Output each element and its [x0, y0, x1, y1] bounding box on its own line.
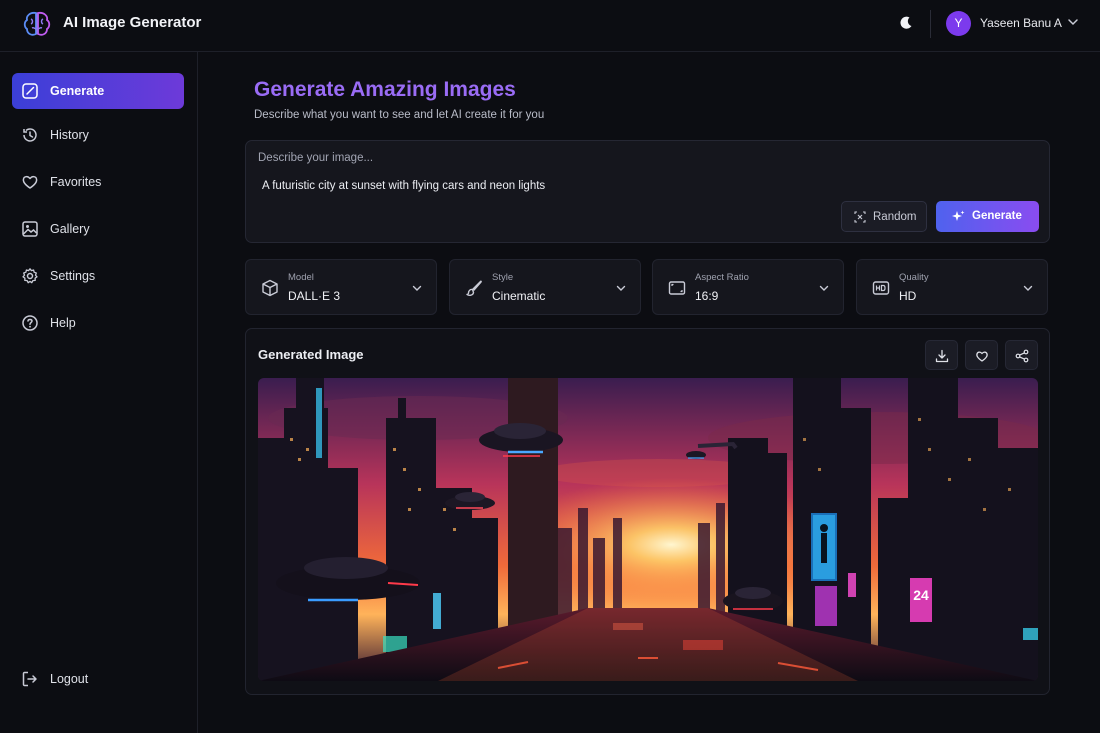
chevron-down-icon	[616, 285, 626, 291]
gear-icon	[22, 268, 38, 284]
avatar[interactable]: Y	[946, 11, 971, 36]
moon-icon[interactable]	[893, 10, 919, 36]
result-card: Generated Image 24	[245, 328, 1050, 695]
sidebar-item-favorites[interactable]: Favorites	[12, 164, 184, 200]
generated-image-illustration: 24	[258, 378, 1038, 681]
logout-icon	[22, 671, 37, 687]
heart-icon	[976, 351, 988, 362]
chevron-down-icon[interactable]	[1066, 15, 1080, 29]
sidebar-item-label: Favorites	[50, 175, 102, 189]
model-select[interactable]: Model DALL·E 3	[245, 259, 437, 315]
favorite-button[interactable]	[965, 340, 998, 370]
cube-icon	[262, 279, 278, 297]
top-bar: AI Image Generator Y Yaseen Banu A	[0, 0, 1100, 52]
hd-icon	[872, 281, 890, 295]
random-button[interactable]: Random	[841, 201, 927, 232]
sparkle-icon	[952, 210, 965, 221]
clock-icon	[23, 128, 37, 142]
sidebar-item-label: History	[50, 128, 89, 142]
generated-image[interactable]: 24	[258, 378, 1038, 681]
heart-icon	[22, 175, 38, 189]
shuffle-icon	[854, 211, 866, 223]
sidebar-item-history[interactable]: History	[12, 117, 184, 153]
neon-sign-text: 24	[913, 587, 929, 603]
page-title: Generate Amazing Images	[254, 78, 516, 101]
header-divider	[930, 10, 931, 38]
brain-logo-icon	[23, 11, 51, 36]
sidebar-item-settings[interactable]: Settings	[12, 258, 184, 294]
result-title: Generated Image	[258, 347, 364, 362]
sidebar-item-help[interactable]: Help	[12, 305, 184, 341]
option-value: HD	[899, 289, 917, 303]
help-icon	[22, 315, 38, 331]
sidebar: Generate History Favorites Gallery Setti…	[0, 52, 198, 733]
generate-button[interactable]: Generate	[936, 201, 1039, 232]
image-icon	[22, 221, 38, 237]
sidebar-item-generate[interactable]: Generate	[12, 73, 184, 109]
share-button[interactable]	[1005, 340, 1038, 370]
aspect-ratio-select[interactable]: Aspect Ratio 16:9	[652, 259, 844, 315]
sidebar-item-label: Generate	[50, 84, 105, 98]
logout-button[interactable]: Logout	[12, 661, 184, 697]
quality-select[interactable]: Quality HD	[856, 259, 1048, 315]
style-select[interactable]: Style Cinematic	[449, 259, 641, 315]
option-label: Quality	[899, 272, 929, 283]
chevron-down-icon	[819, 285, 829, 291]
download-icon	[935, 349, 949, 363]
option-label: Model	[288, 272, 314, 283]
app-title: AI Image Generator	[63, 14, 202, 31]
chevron-down-icon	[412, 285, 422, 291]
chevron-down-icon	[1023, 285, 1033, 291]
generate-label: Generate	[972, 210, 1022, 222]
prompt-card: Describe your image... A futuristic city…	[245, 140, 1050, 243]
sidebar-item-gallery[interactable]: Gallery	[12, 211, 184, 247]
user-name[interactable]: Yaseen Banu A	[980, 16, 1062, 30]
sidebar-item-label: Gallery	[50, 222, 90, 236]
option-value: Cinematic	[492, 289, 546, 303]
option-label: Aspect Ratio	[695, 272, 749, 283]
option-value: DALL·E 3	[288, 289, 341, 303]
option-value: 16:9	[695, 289, 719, 303]
option-label: Style	[492, 272, 514, 283]
prompt-label: Describe your image...	[258, 152, 374, 164]
sidebar-item-label: Help	[50, 316, 76, 330]
random-label: Random	[873, 211, 917, 223]
wand-icon	[22, 83, 38, 99]
brush-icon	[466, 280, 482, 297]
logout-label: Logout	[50, 672, 89, 686]
prompt-input[interactable]: A futuristic city at sunset with flying …	[262, 180, 545, 192]
download-button[interactable]	[925, 340, 958, 370]
page-subtitle: Describe what you want to see and let AI…	[254, 109, 545, 121]
sidebar-item-label: Settings	[50, 269, 96, 283]
share-icon	[1015, 349, 1029, 363]
aspect-ratio-icon	[668, 281, 686, 295]
